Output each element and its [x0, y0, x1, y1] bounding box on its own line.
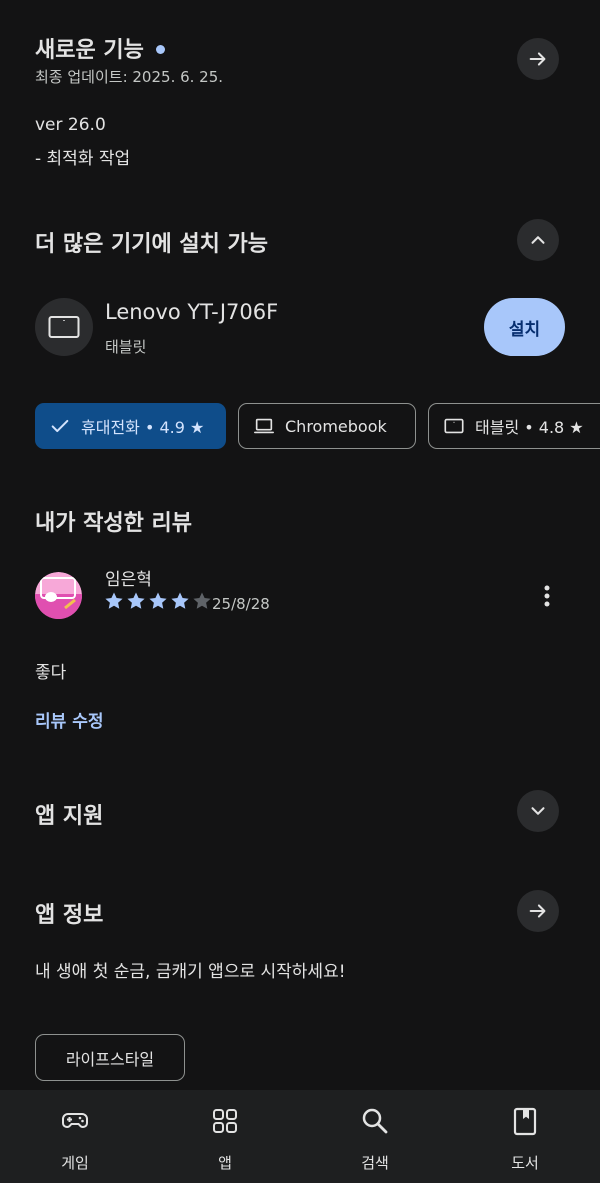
whats-new-header: 새로운 기능	[35, 32, 165, 64]
tablet-icon	[48, 316, 80, 338]
nav-search-label: 검색	[361, 1154, 389, 1172]
nav-games-label: 게임	[61, 1154, 89, 1172]
last-updated-text: 최종 업데이트: 2025. 6. 25.	[35, 68, 224, 86]
review-more-options-button[interactable]	[531, 580, 563, 612]
reviewer-avatar	[35, 572, 82, 619]
chip-phone-rating[interactable]: 휴대전화 • 4.9 ★	[35, 403, 226, 449]
app-description: 내 생애 첫 순금, 금캐기 앱으로 시작하세요!	[35, 962, 346, 982]
app-support-title: 앱 지원	[35, 804, 104, 829]
chip-chromebook[interactable]: Chromebook	[238, 403, 416, 449]
whats-new-title: 새로운 기능	[35, 38, 144, 63]
chevron-down-icon	[531, 807, 545, 815]
chevron-up-icon	[531, 236, 545, 244]
book-icon	[513, 1107, 537, 1136]
apps-grid-icon	[213, 1109, 237, 1133]
star-filled-icon	[105, 592, 123, 609]
check-icon	[51, 419, 69, 433]
nav-apps-label: 앱	[218, 1154, 232, 1172]
review-star-rating	[104, 591, 212, 611]
version-text: ver 26.0	[35, 115, 106, 135]
search-icon	[362, 1108, 388, 1134]
app-info-arrow-button[interactable]	[517, 890, 559, 932]
device-avatar	[35, 298, 93, 356]
more-devices-title: 더 많은 기기에 설치 가능	[35, 232, 269, 257]
chip-phone-label: 휴대전화 • 4.9 ★	[81, 418, 205, 437]
app-support-expand-button[interactable]	[517, 790, 559, 832]
nav-apps[interactable]: 앱	[150, 1090, 300, 1183]
my-review-title: 내가 작성한 리뷰	[35, 511, 192, 536]
device-name: Lenovo YT-J706F	[105, 300, 279, 324]
more-vert-icon	[544, 585, 550, 607]
nav-games[interactable]: 게임	[0, 1090, 150, 1183]
star-filled-icon	[149, 592, 167, 609]
more-devices-collapse-button[interactable]	[517, 219, 559, 261]
review-text: 좋다	[35, 663, 67, 683]
install-button[interactable]: 설치	[484, 298, 565, 356]
laptop-icon	[254, 418, 274, 434]
app-info-title: 앱 정보	[35, 903, 104, 928]
nav-search[interactable]: 검색	[300, 1090, 450, 1183]
category-tag-chip[interactable]: 라이프스타일	[35, 1034, 185, 1081]
new-indicator-dot	[155, 44, 165, 54]
device-type: 태블릿	[105, 338, 147, 356]
edit-review-link[interactable]: 리뷰 수정	[35, 707, 103, 732]
review-date: 25/8/28	[212, 595, 270, 613]
reviewer-name: 임은혁	[105, 570, 152, 590]
arrow-right-icon	[529, 904, 546, 918]
whats-new-arrow-button[interactable]	[517, 38, 559, 80]
star-filled-icon	[127, 592, 145, 609]
arrow-right-icon	[529, 52, 546, 66]
star-empty-icon	[193, 592, 211, 609]
star-filled-icon	[171, 592, 189, 609]
nav-books[interactable]: 도서	[450, 1090, 600, 1183]
release-notes-text: - 최적화 작업	[35, 149, 131, 169]
nav-books-label: 도서	[511, 1154, 539, 1172]
tablet-icon	[444, 418, 464, 434]
chip-tablet-rating[interactable]: 태블릿 • 4.8 ★	[428, 403, 600, 449]
gamepad-icon	[62, 1113, 88, 1128]
bottom-navigation-bar: 게임 앱 검색 도서	[0, 1090, 600, 1183]
chip-chromebook-label: Chromebook	[285, 416, 387, 436]
chip-tablet-label: 태블릿 • 4.8 ★	[475, 418, 584, 437]
